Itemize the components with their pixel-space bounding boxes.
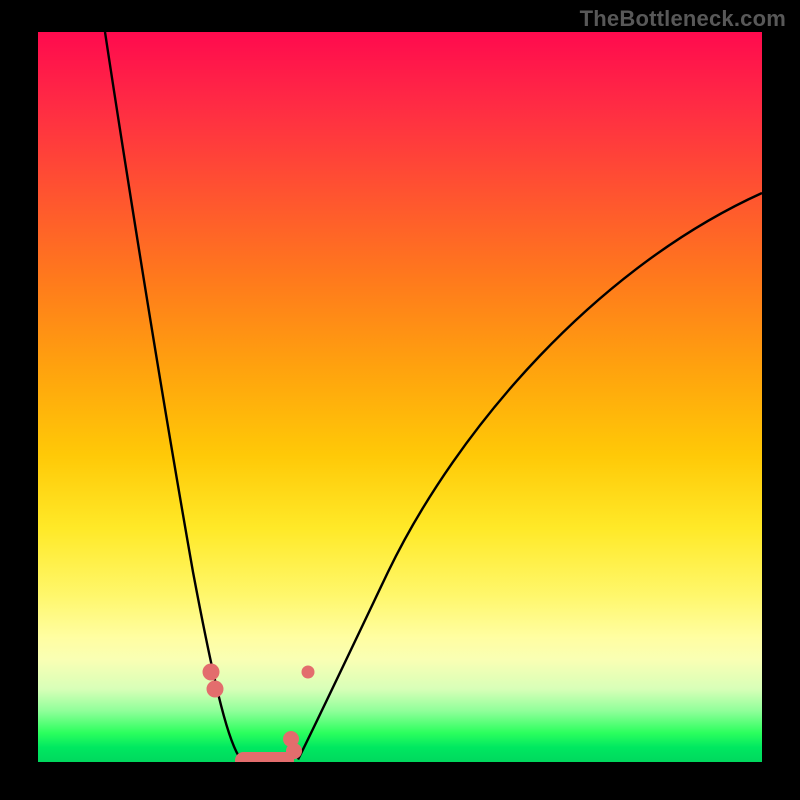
valley-bar <box>235 752 294 762</box>
plot-area <box>38 32 762 762</box>
right-curve <box>298 193 762 760</box>
frame: TheBottleneck.com <box>0 0 800 800</box>
dot-left-lower <box>207 681 224 698</box>
curves-svg <box>38 32 762 762</box>
left-curve <box>105 32 241 760</box>
dot-left-upper <box>203 664 220 681</box>
dot-right-upper <box>302 666 315 679</box>
watermark-text: TheBottleneck.com <box>580 6 786 32</box>
